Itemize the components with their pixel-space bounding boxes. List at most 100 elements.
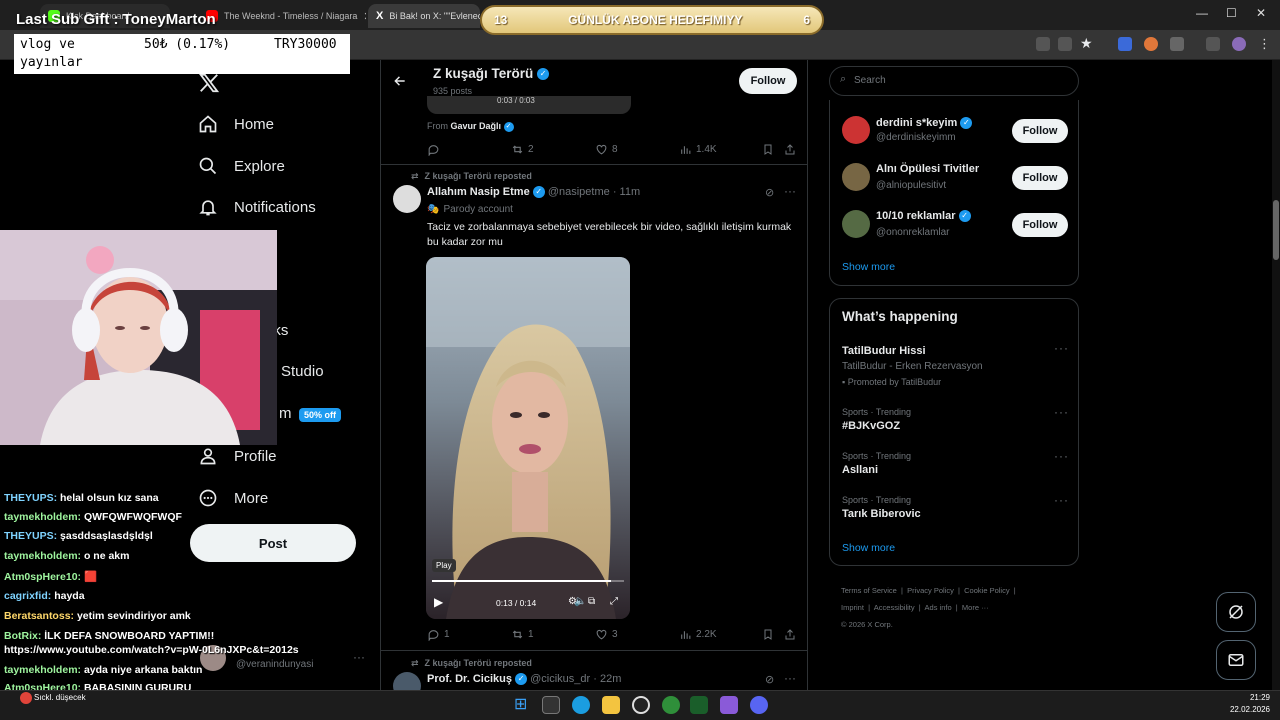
follow-button[interactable]: Follow — [1012, 213, 1068, 237]
suggested-name[interactable]: Alnı Öpülesi Tivitler — [876, 163, 979, 175]
kick-app-icon[interactable] — [690, 696, 708, 714]
tab-x-active[interactable]: X Bi Bak! on X: ""Evleneceği... — [368, 4, 480, 28]
footer-link[interactable]: More ··· — [962, 603, 989, 612]
trend-name[interactable]: TatilBudur Hissi — [842, 345, 926, 357]
minimize-button[interactable]: — — [1196, 6, 1208, 20]
edge-icon[interactable] — [572, 696, 590, 714]
play-icon[interactable]: ▶ — [434, 595, 443, 609]
browser-menu-icon[interactable]: ⋮ — [1258, 36, 1271, 52]
twitch-icon[interactable] — [720, 696, 738, 714]
video-player[interactable]: Play ▶ 0:13 / 0:14 🔈 ⚙ ⧉ ⤢ — [426, 257, 630, 619]
suggested-handle: @alniopulesitivt — [876, 180, 947, 191]
weather-icon[interactable] — [20, 692, 32, 704]
footer-link[interactable]: Terms of Service — [841, 586, 897, 595]
profile-avatar-icon[interactable] — [1232, 37, 1246, 51]
repost-button[interactable]: 1 — [511, 628, 534, 641]
reply-button[interactable]: 1 — [427, 628, 450, 641]
trend-menu-icon[interactable]: ··· — [1054, 449, 1069, 463]
chat-username[interactable]: taymekholdem: — [4, 550, 81, 562]
suggested-avatar[interactable] — [842, 163, 870, 191]
reply-button[interactable] — [427, 143, 440, 156]
chat-username[interactable]: Atm0spHere10: — [4, 571, 81, 583]
post-menu-icon[interactable]: ··· — [784, 671, 796, 685]
fullscreen-icon[interactable]: ⤢ — [610, 596, 618, 607]
messages-fab[interactable] — [1216, 640, 1256, 680]
nav-explore[interactable]: Explore — [198, 156, 285, 176]
share-icon[interactable] — [784, 628, 796, 641]
footer-link[interactable]: Ads info — [925, 603, 952, 612]
like-button[interactable]: 3 — [595, 628, 618, 641]
show-more-link[interactable]: Show more — [842, 542, 895, 554]
video-progress-track[interactable] — [432, 580, 624, 582]
nav-premium[interactable]: m — [279, 405, 292, 422]
follow-button[interactable]: Follow — [1012, 119, 1068, 143]
task-view-icon[interactable] — [542, 696, 560, 714]
nav-profile[interactable]: Profile — [198, 446, 277, 466]
footer-link[interactable]: Accessibility — [874, 603, 915, 612]
trend-name[interactable]: Asllani — [842, 464, 878, 476]
show-more-link[interactable]: Show more — [842, 261, 895, 273]
chat-username[interactable]: BotRix: — [4, 630, 41, 642]
chat-username[interactable]: taymekholdem: — [4, 511, 81, 523]
trend-menu-icon[interactable]: ··· — [1054, 493, 1069, 507]
translate-icon[interactable] — [1036, 37, 1050, 51]
start-menu-icon[interactable]: ⊞ — [514, 694, 527, 714]
maximize-button[interactable]: ☐ — [1226, 6, 1237, 20]
grok-icon[interactable]: ⊘ — [765, 186, 774, 199]
author-name[interactable]: Allahım Nasip Etme — [427, 186, 530, 198]
bookmark-icon[interactable] — [762, 143, 774, 156]
trend-name[interactable]: Tarık Biberovic — [842, 508, 921, 520]
author-name[interactable]: Prof. Dr. Cicikuş — [427, 673, 512, 685]
grok-icon[interactable]: ⊘ — [765, 673, 774, 686]
follow-button[interactable]: Follow — [739, 68, 797, 94]
chat-username[interactable]: THEYUPS: — [4, 492, 57, 504]
repost-button[interactable]: 2 — [511, 143, 534, 156]
author-avatar[interactable] — [393, 185, 421, 213]
post-menu-icon[interactable]: ··· — [784, 184, 796, 198]
chat-username[interactable]: THEYUPS: — [4, 530, 57, 542]
views-button[interactable]: 2.2K — [679, 628, 717, 641]
grok-fab[interactable] — [1216, 592, 1256, 632]
extensions-puzzle-icon[interactable] — [1170, 37, 1184, 51]
footer-link[interactable]: Privacy Policy — [907, 586, 954, 595]
footer-link[interactable]: Cookie Policy — [964, 586, 1009, 595]
extension-icon[interactable] — [1144, 37, 1158, 51]
suggested-avatar[interactable] — [842, 116, 870, 144]
close-window-button[interactable]: ✕ — [1256, 6, 1266, 20]
suggested-name[interactable]: 10/10 reklamlar — [876, 210, 956, 222]
media-control-icon[interactable] — [1206, 37, 1220, 51]
trend-menu-icon[interactable]: ··· — [1054, 341, 1069, 355]
nav-notifications[interactable]: Notifications — [198, 197, 316, 217]
pip-icon[interactable]: ⧉ — [588, 596, 595, 607]
trend-menu-icon[interactable]: ··· — [1054, 405, 1069, 419]
back-arrow-icon[interactable] — [393, 74, 407, 88]
search-box[interactable]: ⌕ Search — [829, 66, 1079, 96]
page-scrollbar[interactable] — [1272, 60, 1280, 690]
trend-name[interactable]: #BJKvGOZ — [842, 420, 900, 432]
discord-icon[interactable] — [750, 696, 768, 714]
settings-icon[interactable]: ⚙ — [568, 596, 577, 607]
bookmark-star-icon[interactable]: ★ — [1080, 35, 1093, 52]
file-explorer-icon[interactable] — [602, 696, 620, 714]
extension-icon[interactable] — [1118, 37, 1132, 51]
scrollbar-thumb[interactable] — [1273, 200, 1279, 260]
goal-line: vlog ve yayınlar 50₺ (0.17%) TRY30000 — [20, 36, 344, 72]
chat-username[interactable]: cagrixfid: — [4, 590, 51, 602]
close-tab-icon[interactable]: ✕ — [363, 10, 366, 23]
views-button[interactable]: 1.4K — [679, 143, 717, 156]
obs-icon[interactable] — [632, 696, 650, 714]
chrome-icon[interactable] — [662, 696, 680, 714]
cast-icon[interactable] — [1058, 37, 1072, 51]
like-button[interactable]: 8 — [595, 143, 618, 156]
chat-username[interactable]: taymekholdem: — [4, 664, 81, 676]
footer-link[interactable]: Imprint — [841, 603, 864, 612]
suggested-name[interactable]: derdini s*keyim — [876, 117, 957, 129]
from-name[interactable]: Gavur Dağlı — [451, 121, 502, 131]
share-icon[interactable] — [784, 143, 796, 156]
suggested-avatar[interactable] — [842, 210, 870, 238]
follow-button[interactable]: Follow — [1012, 166, 1068, 190]
chat-username[interactable]: Beratsantoss: — [4, 610, 74, 622]
bookmark-icon[interactable] — [762, 628, 774, 641]
nav-home[interactable]: Home — [198, 114, 274, 134]
nav-creator-studio[interactable]: Studio — [281, 363, 324, 380]
